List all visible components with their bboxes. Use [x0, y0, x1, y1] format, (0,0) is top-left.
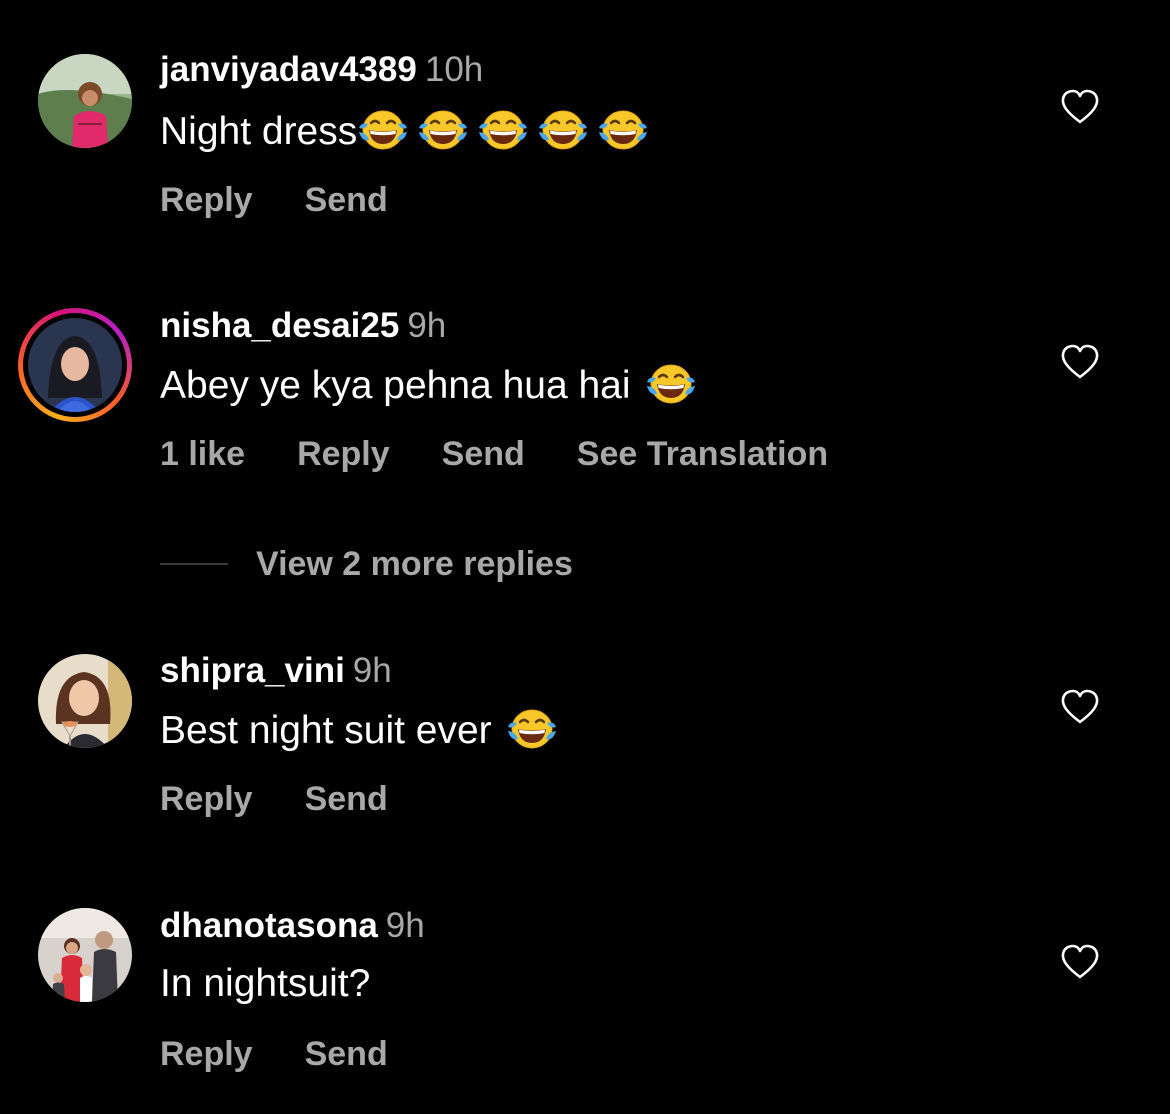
reply-button[interactable]: Reply: [160, 779, 253, 819]
comment-header: nisha_desai25 9h: [160, 306, 446, 346]
reply-button[interactable]: Reply: [160, 1034, 253, 1074]
heart-outline-icon[interactable]: [1060, 944, 1100, 980]
see-translation-button[interactable]: See Translation: [577, 434, 828, 474]
laughing-emoji-icon: [537, 106, 589, 152]
username[interactable]: janviyadav4389: [160, 50, 417, 89]
avatar[interactable]: [38, 54, 132, 148]
comment-header: dhanotasona 9h: [160, 906, 425, 946]
laughing-emoji-icon: [506, 705, 558, 751]
comment-actions: Reply Send: [160, 180, 440, 220]
timestamp: 9h: [385, 906, 425, 945]
username[interactable]: dhanotasona: [160, 906, 378, 945]
laughing-emoji-icon: [477, 106, 529, 152]
laughing-emoji-icon: [645, 360, 697, 406]
comment-text: Night dress: [160, 106, 649, 156]
comment-actions: Reply Send: [160, 779, 440, 819]
timestamp: 10h: [424, 50, 484, 89]
avatar-story-ring[interactable]: [18, 308, 132, 422]
laughing-emoji-icon: [417, 106, 469, 152]
comment-text: Best night suit ever: [160, 705, 558, 755]
comment-body: Best night suit ever: [160, 709, 492, 752]
comment-text: In nightsuit?: [160, 960, 370, 1008]
comment-text: Abey ye kya pehna hua hai: [160, 360, 697, 410]
view-more-replies-label: View 2 more replies: [256, 544, 573, 583]
laughing-emoji-icon: [597, 106, 649, 152]
heart-outline-icon[interactable]: [1060, 89, 1100, 125]
reply-button[interactable]: Reply: [297, 434, 390, 474]
send-button[interactable]: Send: [442, 434, 525, 474]
heart-outline-icon[interactable]: [1060, 689, 1100, 725]
timestamp: 9h: [407, 306, 447, 345]
comment-actions: Reply Send: [160, 1034, 440, 1074]
comment-header: shipra_vini 9h: [160, 651, 392, 691]
send-button[interactable]: Send: [305, 779, 388, 819]
reply-thread-divider: [160, 563, 228, 565]
avatar[interactable]: [38, 908, 132, 1002]
view-more-replies-button[interactable]: View 2 more replies: [160, 542, 573, 586]
timestamp: 9h: [352, 651, 392, 690]
comment-body: In nightsuit?: [160, 962, 371, 1005]
send-button[interactable]: Send: [305, 1034, 388, 1074]
comment-body: Abey ye kya pehna hua hai: [160, 364, 631, 407]
avatar[interactable]: [38, 654, 132, 748]
reply-button[interactable]: Reply: [160, 180, 253, 220]
avatar: [28, 318, 122, 412]
username[interactable]: nisha_desai25: [160, 306, 399, 345]
laughing-emoji-icon: [357, 106, 409, 152]
username[interactable]: shipra_vini: [160, 651, 345, 690]
comment-actions: 1 like Reply Send See Translation: [160, 434, 880, 474]
comment-body: Night dress: [160, 110, 358, 153]
send-button[interactable]: Send: [305, 180, 388, 220]
heart-outline-icon[interactable]: [1060, 344, 1100, 380]
like-count[interactable]: 1 like: [160, 434, 245, 474]
comment-header: janviyadav4389 10h: [160, 50, 483, 90]
